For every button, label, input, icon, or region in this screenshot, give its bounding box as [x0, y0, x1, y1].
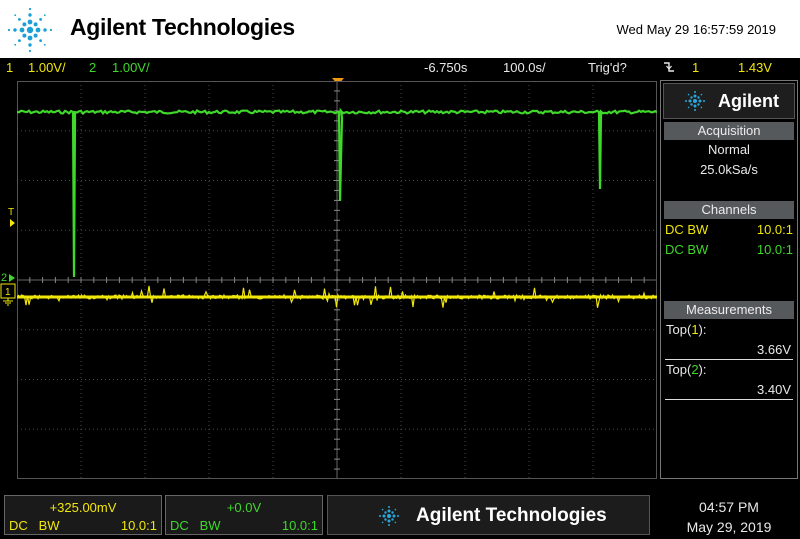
measurements-title[interactable]: Measurements: [664, 301, 794, 319]
trigger-source[interactable]: 1: [692, 58, 699, 78]
trigger-level[interactable]: 1.43V: [738, 58, 772, 78]
brand-title: Agilent Technologies: [70, 14, 295, 40]
agilent-spark-icon: [685, 91, 705, 111]
channel-markers: T 2 1: [0, 207, 16, 306]
acquisition-rate: 25.0kSa/s: [700, 162, 758, 177]
measurement-label: Top(2):: [666, 362, 707, 377]
ch1-scale[interactable]: 1.00V/: [28, 58, 66, 78]
ch2-info-box[interactable]: +0.0V DC BW 10.0:1: [165, 495, 323, 535]
ch1-coupling: DC BW: [665, 222, 709, 237]
bottom-brand: Agilent Technologies: [416, 505, 607, 526]
ch2-offset: +0.0V: [226, 500, 262, 515]
panel-logo: Agilent: [663, 83, 795, 119]
ground-icon: [3, 298, 13, 306]
datetime-stamp: Wed May 29 16:57:59 2019: [616, 22, 777, 37]
trigger-status: Trig'd?: [588, 60, 627, 75]
header: Agilent Technologies Wed May 29 16:57:59…: [0, 0, 800, 58]
agilent-spark-icon: [7, 7, 53, 53]
ch1-probe-bottom: 10.0:1: [120, 518, 157, 533]
agilent-spark-icon: [379, 506, 399, 526]
measurement-top-2[interactable]: Top(2): 3.40V: [665, 361, 793, 400]
measurement-value: 3.66V: [757, 342, 791, 357]
status-bar: 1 1.00V/ 2 1.00V/ -6.750s 100.0s/ Trig'd…: [0, 58, 800, 78]
ch2-coupling: DC BW: [665, 242, 709, 257]
bottom-bar: +325.00mV DC BW 10.0:1 +0.0V DC BW 10.0:…: [0, 493, 800, 539]
acquisition-mode: Normal: [708, 142, 750, 157]
acquisition-title[interactable]: Acquisition: [664, 122, 794, 140]
clock-date: May 29, 2019: [686, 519, 772, 535]
waveform-display[interactable]: [16, 80, 658, 480]
time-scale[interactable]: 100.0s/: [503, 58, 546, 78]
ch1-info-box[interactable]: +325.00mV DC BW 10.0:1: [4, 495, 162, 535]
channels-title[interactable]: Channels: [664, 201, 794, 219]
ch1-number[interactable]: 1: [6, 58, 13, 78]
ch2-number[interactable]: 2: [89, 58, 96, 78]
measurement-value: 3.40V: [757, 382, 791, 397]
ch1-probe: 10.0:1: [756, 222, 793, 237]
ch2-scale[interactable]: 1.00V/: [112, 58, 150, 78]
ch1-coupling-bottom: DC BW: [9, 518, 60, 533]
side-panel: Agilent Acquisition Normal 25.0kSa/s Cha…: [660, 80, 798, 479]
waveform-grid: [16, 80, 658, 480]
time-delay[interactable]: -6.750s: [424, 58, 467, 78]
clock: 04:57 PM May 29, 2019: [660, 497, 798, 537]
ch1-offset: +325.00mV: [49, 500, 117, 515]
trigger-marker: T: [8, 207, 14, 218]
ch2-marker: 2: [1, 272, 7, 284]
panel-logo-text: Agilent: [718, 91, 779, 111]
ch1-marker: 1: [5, 287, 11, 298]
clock-time: 04:57 PM: [699, 499, 759, 515]
ch2-probe: 10.0:1: [756, 242, 793, 257]
ch2-coupling-bottom: DC BW: [170, 518, 221, 533]
ch2-probe-bottom: 10.0:1: [281, 518, 318, 533]
measurement-top-1[interactable]: Top(1): 3.66V: [665, 321, 793, 360]
bottom-logo: Agilent Technologies: [327, 495, 650, 535]
measurement-label: Top(1):: [666, 322, 707, 337]
trigger-edge-falling-icon: [663, 60, 675, 80]
